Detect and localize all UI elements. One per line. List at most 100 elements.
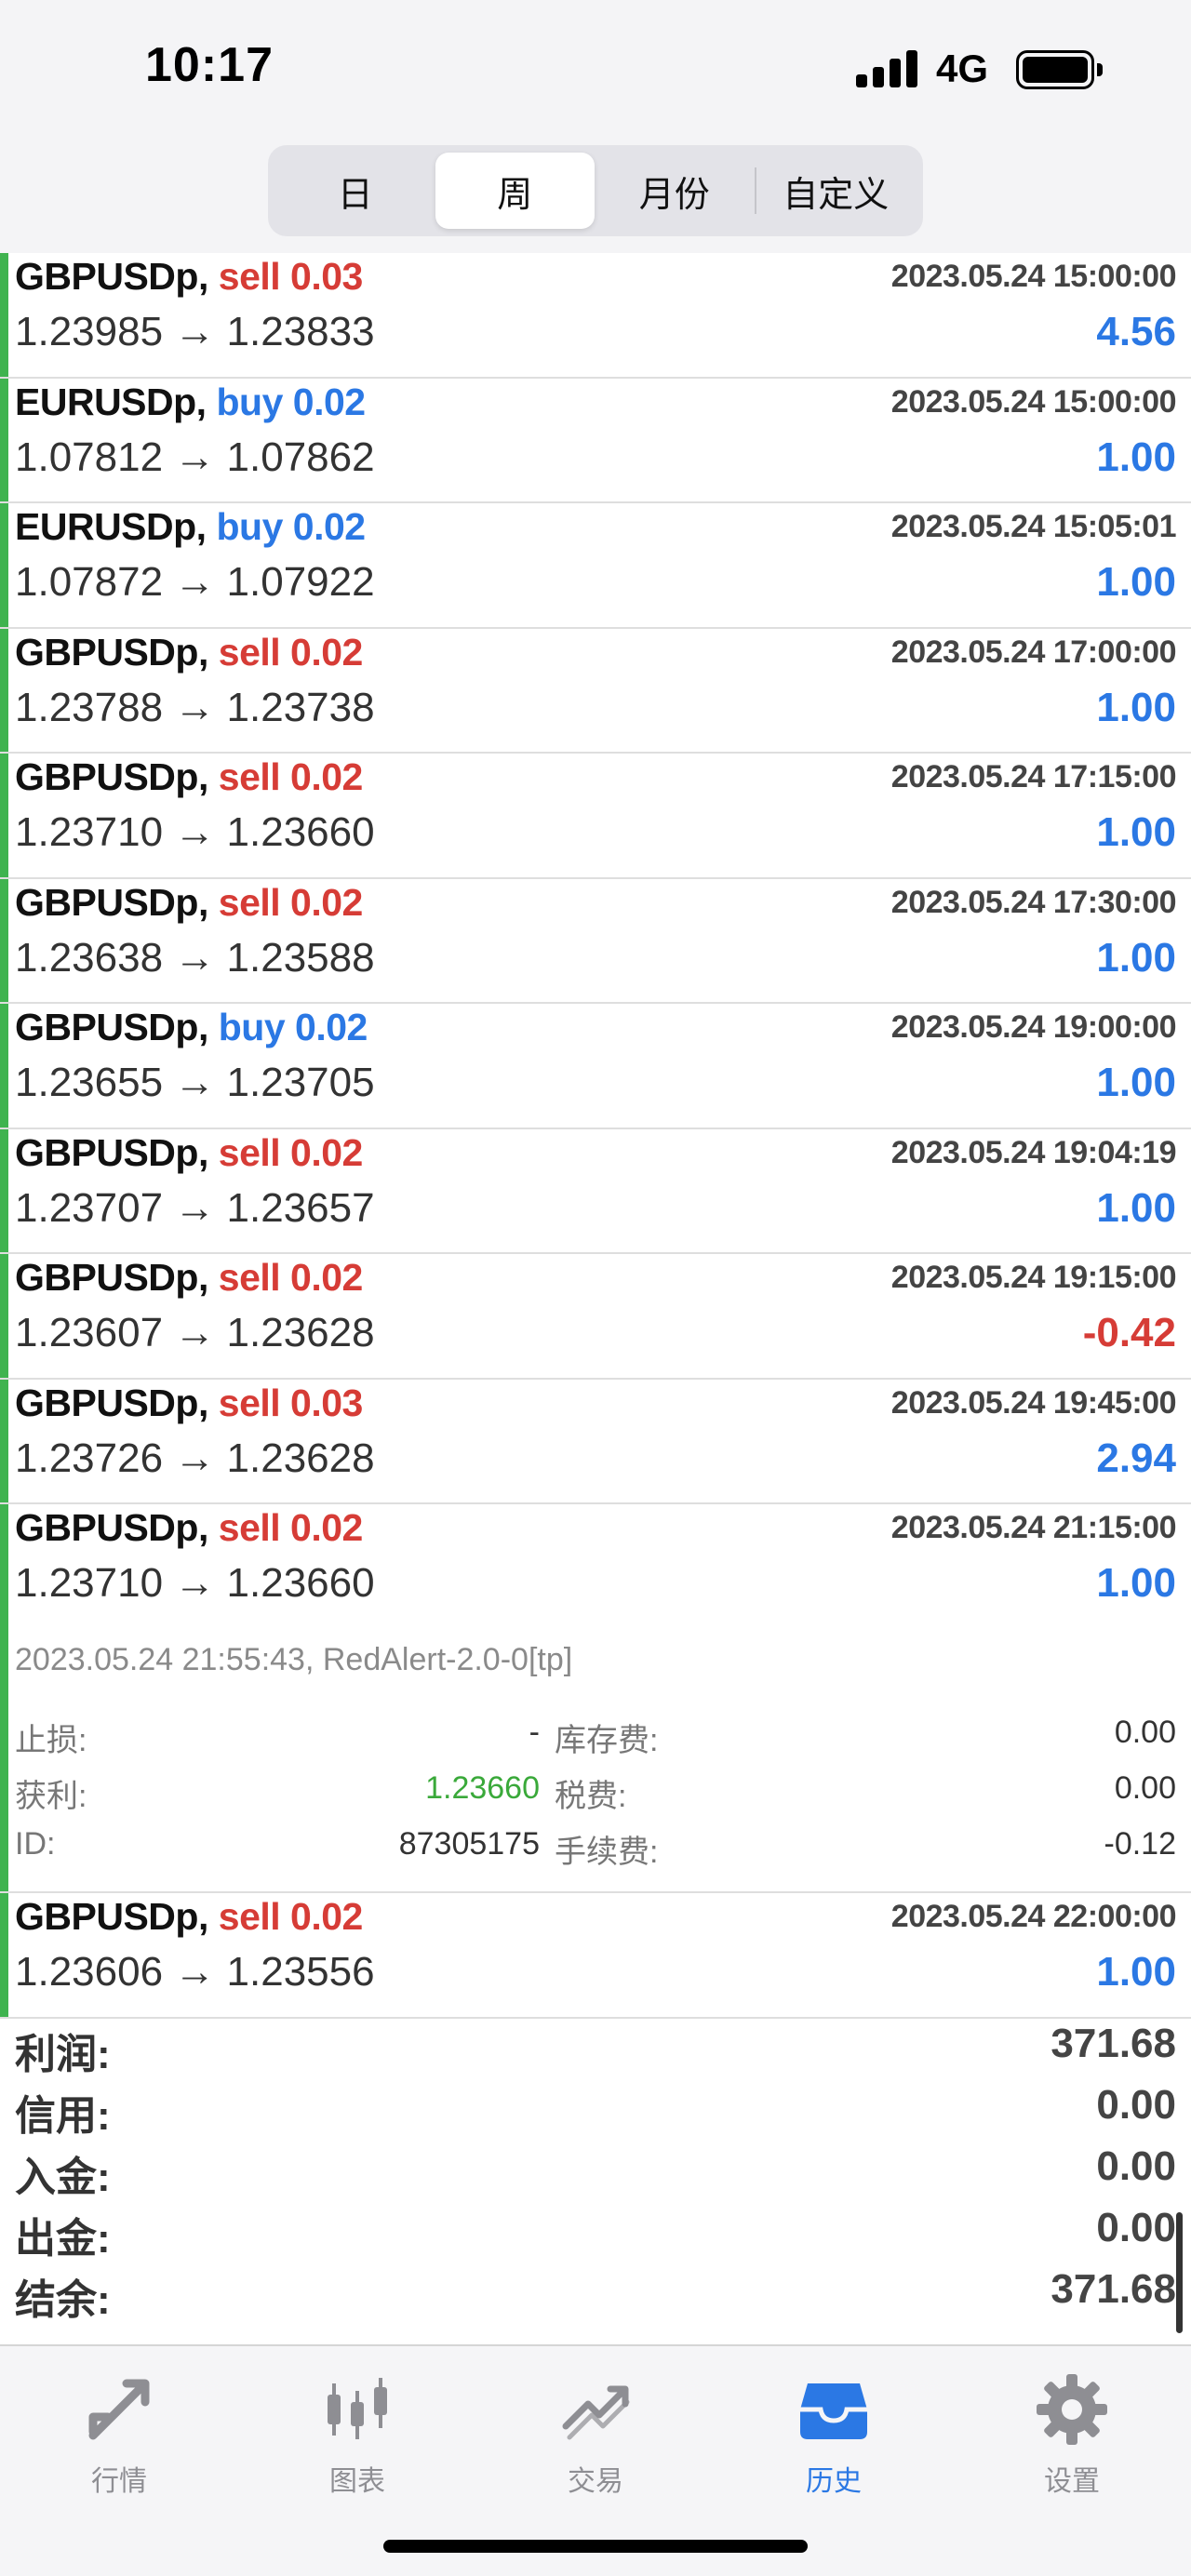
deal-row[interactable]: GBPUSDp, sell 0.022023.05.24 22:00:001.2…: [0, 1893, 1191, 2019]
summary-value: 371.68: [1050, 2266, 1176, 2313]
summary-row-profit: 利润: 371.68: [15, 2021, 1176, 2082]
arrow-icon: →: [174, 685, 215, 730]
deal-profit: 1.00: [1096, 809, 1176, 856]
deal-time: 2023.05.24 19:00:00: [891, 1009, 1176, 1046]
deal-row[interactable]: GBPUSDp, sell 0.032023.05.24 19:45:001.2…: [0, 1380, 1191, 1505]
tab-trade[interactable]: 交易: [512, 2370, 679, 2501]
cellular-signal-icon: [856, 50, 919, 87]
deal-profit: 4.56: [1096, 309, 1176, 355]
tab-label: 交易: [512, 2458, 679, 2499]
deal-prices: 1.07812 → 1.07862: [15, 434, 375, 481]
tab-history[interactable]: 历史: [750, 2370, 917, 2501]
deal-symbol-name: EURUSDp,: [15, 380, 207, 423]
arrow-icon: →: [174, 434, 215, 480]
detail-value: 0.00: [1115, 1715, 1176, 1751]
deal-time: 2023.05.24 17:00:00: [891, 634, 1176, 671]
tab-chart[interactable]: 图表: [274, 2370, 441, 2501]
deal-accent-bar: [0, 1129, 8, 1253]
deal-row[interactable]: GBPUSDp, sell 0.02 2023.05.24 19:04:19 1.2…: [0, 1129, 1191, 1255]
deal-row[interactable]: EURUSDp, buy 0.02 2023.05.24 15:05:01 1.07…: [0, 503, 1191, 629]
deal-close-price: 1.23657: [227, 1185, 375, 1231]
arrow-icon: →: [174, 1435, 215, 1481]
deal-symbol-name: GBPUSDp,: [15, 1895, 208, 1938]
tab-quotes[interactable]: 行情: [35, 2370, 203, 2501]
period-tab-month[interactable]: 月份: [595, 153, 755, 229]
deal-row[interactable]: GBPUSDp, sell 0.032023.05.24 15:00:001.2…: [0, 253, 1191, 379]
detail-label: 止损:: [15, 1715, 87, 1760]
tab-settings[interactable]: 设置: [988, 2370, 1156, 2501]
deal-close-price: 1.23628: [227, 1310, 375, 1355]
tab-label: 历史: [750, 2458, 917, 2499]
deal-profit: 1.00: [1096, 1060, 1176, 1106]
deal-open-price: 1.07812: [15, 434, 163, 480]
deal-symbol: EURUSDp, buy 0.02: [15, 505, 366, 549]
deal-symbol: GBPUSDp, sell 0.02: [15, 881, 363, 925]
deal-time: 2023.05.24 22:00:00: [891, 1899, 1176, 1935]
history-summary: 利润: 371.68 信用: 0.00 入金: 0.00 出金: 0.00 结余…: [0, 2021, 1191, 2342]
deal-close-price: 1.23705: [227, 1060, 375, 1105]
deal-time: 2023.05.24 19:04:19: [891, 1135, 1176, 1171]
deal-time: 2023.05.24 17:15:00: [891, 759, 1176, 795]
deal-time: 2023.05.24 19:45:00: [891, 1385, 1176, 1421]
arrow-icon: →: [174, 1185, 215, 1231]
detail-label: 获利:: [15, 1770, 87, 1816]
detail-label: 税费:: [555, 1770, 626, 1816]
deal-side-volume: buy 0.02: [216, 505, 365, 548]
deal-row[interactable]: GBPUSDp, sell 0.022023.05.24 17:30:001.2…: [0, 879, 1191, 1005]
deal-detail-row: 获利:1.23660税费:0.00: [15, 1770, 1176, 1826]
detail-label: 手续费:: [555, 1826, 658, 1872]
deal-prices: 1.23788 → 1.23738: [15, 685, 375, 731]
deal-open-price: 1.23607: [15, 1310, 163, 1355]
deal-profit: 1.00: [1096, 434, 1176, 481]
deal-side-volume: sell 0.03: [219, 1381, 363, 1424]
deal-accent-bar: [0, 629, 8, 753]
deal-accent-bar: [0, 1254, 8, 1378]
deal-row[interactable]: GBPUSDp, buy 0.022023.05.24 19:00:001.23…: [0, 1004, 1191, 1129]
deal-close-price: 1.23660: [227, 1560, 375, 1606]
deal-row[interactable]: GBPUSDp, sell 0.02 2023.05.24 17:00:00 1.2…: [0, 629, 1191, 754]
deal-symbol: GBPUSDp, sell 0.02: [15, 1895, 363, 1939]
deal-symbol-name: EURUSDp,: [15, 505, 207, 548]
period-tab-day[interactable]: 日: [275, 153, 435, 229]
deal-row[interactable]: GBPUSDp, sell 0.022023.05.24 17:15:001.2…: [0, 754, 1191, 879]
detail-value: 1.23660: [425, 1770, 540, 1807]
deal-symbol-name: GBPUSDp,: [15, 1006, 208, 1048]
period-tab-label: 月份: [639, 166, 710, 217]
deal-time: 2023.05.24 15:05:01: [891, 509, 1176, 545]
deal-open-price: 1.23788: [15, 685, 163, 730]
tab-label: 行情: [35, 2458, 203, 2499]
deal-symbol: GBPUSDp, sell 0.02: [15, 755, 363, 799]
deal-row[interactable]: GBPUSDp, sell 0.022023.05.24 21:15:001.2…: [0, 1504, 1191, 1893]
deal-symbol: GBPUSDp, sell 0.02: [15, 631, 363, 674]
period-tab-label: 周: [497, 166, 532, 217]
deal-profit: 2.94: [1096, 1435, 1176, 1482]
deal-symbol-name: GBPUSDp,: [15, 1381, 208, 1424]
deal-symbol: GBPUSDp, sell 0.02: [15, 1131, 363, 1175]
deal-side-volume: sell 0.02: [219, 1895, 363, 1938]
deal-time: 2023.05.24 15:00:00: [891, 259, 1176, 295]
summary-value: 0.00: [1096, 2082, 1176, 2129]
deal-time: 2023.05.24 15:00:00: [891, 384, 1176, 420]
trade-icon: [556, 2370, 635, 2449]
deal-row[interactable]: GBPUSDp, sell 0.022023.05.24 19:15:001.2…: [0, 1254, 1191, 1380]
summary-label: 利润:: [15, 2021, 111, 2080]
deal-symbol-name: GBPUSDp,: [15, 1131, 208, 1174]
deal-accent-bar: [0, 754, 8, 877]
summary-row-deposit: 入金: 0.00: [15, 2143, 1176, 2205]
arrow-icon: →: [174, 1310, 215, 1355]
deal-close-price: 1.23588: [227, 935, 375, 981]
deal-prices: 1.23710 → 1.23660: [15, 1560, 375, 1607]
settings-icon: [1033, 2370, 1111, 2449]
detail-label: 库存费:: [555, 1715, 658, 1760]
deal-side-volume: sell 0.03: [219, 255, 363, 298]
deal-symbol: GBPUSDp, sell 0.03: [15, 1381, 363, 1425]
period-tab-custom[interactable]: 自定义: [756, 153, 917, 229]
period-tab-week[interactable]: 周: [435, 153, 596, 229]
deal-prices: 1.23607 → 1.23628: [15, 1310, 375, 1356]
detail-value: -0.12: [1104, 1826, 1177, 1862]
deal-row[interactable]: EURUSDp, buy 0.022023.05.24 15:00:001.07…: [0, 379, 1191, 504]
deal-side-volume: sell 0.02: [219, 755, 363, 798]
scrollbar[interactable]: [1176, 2212, 1183, 2333]
summary-row-credit: 信用: 0.00: [15, 2082, 1176, 2143]
deal-open-price: 1.07872: [15, 559, 163, 605]
